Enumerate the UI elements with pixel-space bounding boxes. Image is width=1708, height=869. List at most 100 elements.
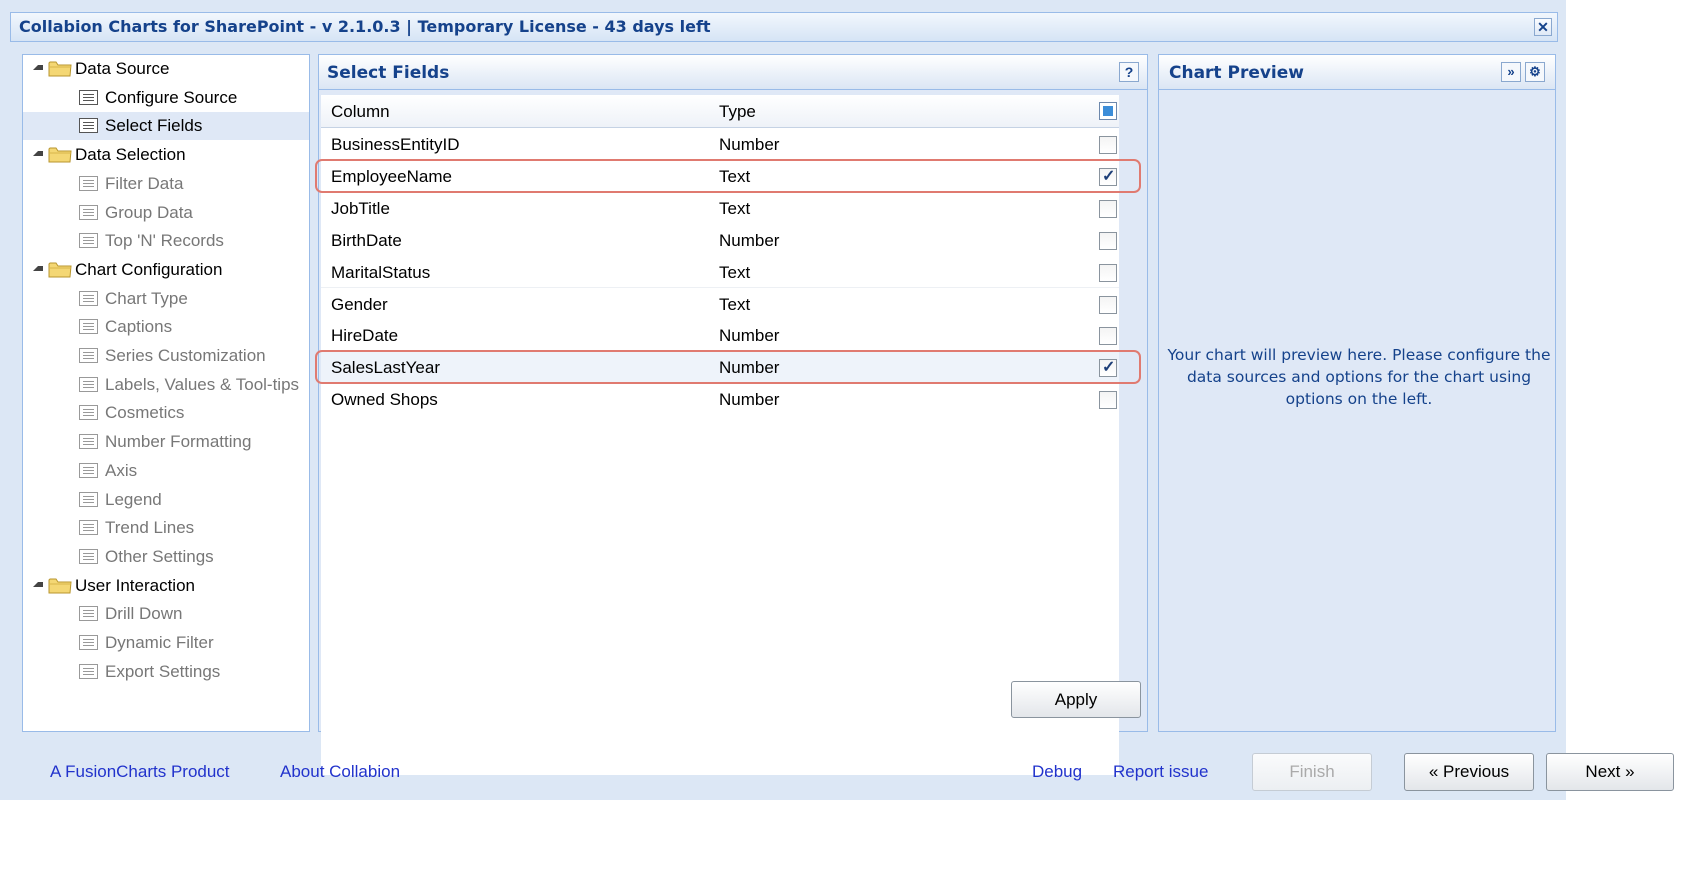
nav-item-legend[interactable]: Legend [23,486,309,514]
nav-item-cosmetics[interactable]: Cosmetics [23,399,309,427]
row-select-checkbox[interactable] [1099,391,1117,410]
table-row[interactable]: MaritalStatus Text [321,255,1119,289]
folder-icon [48,61,72,77]
page-icon [79,233,98,249]
footer-bar: A FusionCharts Product About Collabion D… [0,740,1674,803]
nav-item-labels-values-tool-tips[interactable]: Labels, Values & Tool-tips [23,371,309,399]
column-name-cell: BusinessEntityID [331,135,460,154]
app-window: Collabion Charts for SharePoint - v 2.1.… [0,0,1674,803]
nav-item-group-data[interactable]: Group Data [23,199,309,227]
page-icon [79,491,98,507]
nav-item-other-settings[interactable]: Other Settings [23,543,309,571]
report-issue-link[interactable]: Report issue [1113,762,1208,782]
chart-preview-panel: Chart Preview » ⚙ Your chart will previe… [1158,54,1556,732]
nav-item-label: Export Settings [105,661,221,681]
table-row[interactable]: Owned Shops Number [321,383,1119,417]
nav-item-label: Drill Down [105,604,183,624]
type-cell: Number [719,230,780,250]
nav-group-user-interaction[interactable]: User Interaction [23,572,309,600]
nav-item-configure-source[interactable]: Configure Source [23,84,309,112]
previous-button[interactable]: « Previous [1404,753,1534,791]
type-cell: Number [719,135,780,154]
select-fields-panel: Select Fields ? Column Type BusinessEnti… [315,54,1148,775]
column-name-cell: JobTitle [331,198,390,218]
nav-group-label: Data Selection [75,145,186,165]
page-icon [79,520,98,536]
nav-item-series-customization[interactable]: Series Customization [23,342,309,370]
type-cell: Number [719,326,780,346]
table-row[interactable]: Gender Text [321,287,1119,321]
row-select-checkbox[interactable] [1099,263,1117,282]
highlight-box-saleslastyear [315,350,1141,385]
nav-group-data-source[interactable]: Data Source [23,55,309,83]
column-name-cell: BirthDate [331,230,402,250]
select-all-checkbox[interactable] [1099,102,1117,120]
page-icon [79,204,98,220]
folder-icon [48,578,72,594]
gear-icon[interactable]: ⚙ [1525,62,1545,82]
apply-button[interactable]: Apply [1011,681,1141,718]
type-cell: Number [719,390,780,410]
chart-preview-title: Chart Preview [1169,63,1304,83]
row-select-checkbox[interactable] [1099,199,1117,218]
next-button[interactable]: Next » [1546,753,1674,791]
folder-icon [48,147,72,163]
select-fields-title: Select Fields [327,63,450,83]
finish-button[interactable]: Finish [1252,753,1372,791]
page-icon [79,376,98,392]
expand-icon[interactable]: » [1501,62,1521,82]
grid-header: Column Type [321,95,1119,128]
nav-item-dynamic-filter[interactable]: Dynamic Filter [23,629,309,657]
page-icon [79,175,98,191]
page-icon [79,434,98,450]
page-icon [79,663,98,679]
debug-link[interactable]: Debug [1032,762,1082,782]
column-header-column[interactable]: Column [331,102,390,122]
help-icon[interactable]: ? [1119,62,1139,82]
column-name-cell: MaritalStatus [331,262,431,282]
about-collabion-link[interactable]: About Collabion [280,762,400,782]
nav-item-label: Number Formatting [105,432,252,452]
nav-item-select-fields[interactable]: Select Fields [23,112,309,141]
nav-item-top-n-records[interactable]: Top 'N' Records [23,227,309,255]
expand-arrow-icon[interactable] [33,65,43,70]
type-cell: Text [719,198,751,218]
expand-arrow-icon[interactable] [33,151,43,157]
nav-item-export-settings[interactable]: Export Settings [23,658,309,686]
nav-item-number-formatting[interactable]: Number Formatting [23,428,309,456]
row-select-checkbox[interactable] [1099,327,1117,346]
page-icon [79,348,98,363]
column-header-type[interactable]: Type [719,102,756,122]
row-select-checkbox[interactable] [1099,295,1117,314]
type-cell: Text [719,262,751,282]
type-cell: Text [719,294,751,314]
nav-group-label: User Interaction [75,575,195,595]
row-select-checkbox[interactable] [1099,231,1117,250]
nav-item-trend-lines[interactable]: Trend Lines [23,514,309,542]
expand-arrow-icon[interactable] [33,265,43,271]
nav-item-axis[interactable]: Axis [23,457,309,485]
table-row[interactable]: BirthDate Number [321,223,1119,257]
fusioncharts-link[interactable]: A FusionCharts Product [50,762,230,782]
nav-item-chart-type[interactable]: Chart Type [23,285,309,313]
expand-arrow-icon[interactable] [33,581,43,587]
highlight-box-employeename [315,158,1141,193]
nav-group-chart-configuration[interactable]: Chart Configuration [23,256,309,284]
page-icon [79,606,98,622]
table-row[interactable]: JobTitle Text [321,191,1119,225]
row-select-checkbox[interactable] [1099,136,1117,154]
nav-item-label: Select Fields [105,116,203,136]
nav-item-filter-data[interactable]: Filter Data [23,170,309,198]
close-icon[interactable]: ✕ [1534,18,1552,36]
page-icon [79,548,98,564]
page-icon [79,635,98,650]
select-fields-header: Select Fields ? [319,55,1147,90]
nav-item-label: Legend [105,489,162,509]
nav-item-captions[interactable]: Captions [23,313,309,341]
nav-item-label: Dynamic Filter [105,633,214,652]
nav-item-drill-down[interactable]: Drill Down [23,600,309,628]
table-row[interactable]: HireDate Number [321,319,1119,353]
table-row[interactable]: BusinessEntityID Number [321,128,1119,161]
nav-group-data-selection[interactable]: Data Selection [23,141,309,169]
nav-item-label: Labels, Values & Tool-tips [105,374,300,394]
